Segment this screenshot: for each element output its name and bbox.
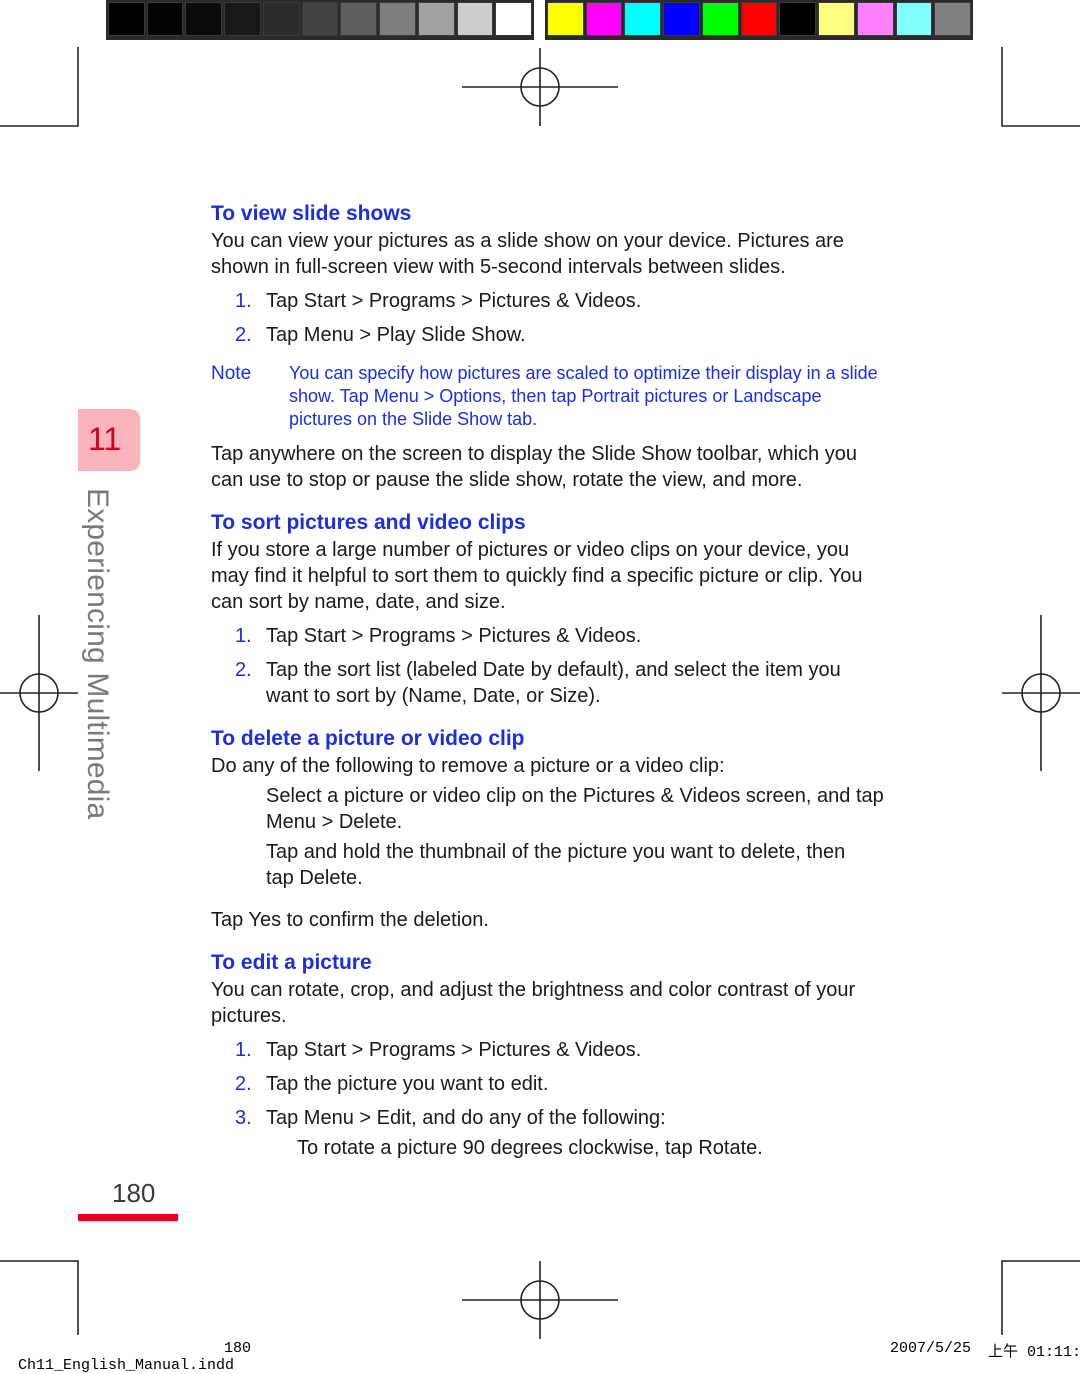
step-text: Tap Start > Programs > Pictures & Videos… xyxy=(266,1039,642,1061)
step-number: 1. xyxy=(235,1039,252,1061)
gray-swatch xyxy=(417,2,455,36)
color-swatch xyxy=(701,2,739,36)
step-item: 2. Tap Menu > Play Slide Show. xyxy=(211,322,911,348)
color-swatch xyxy=(856,2,894,36)
grayscale-calibration-bar xyxy=(106,0,534,40)
gray-swatch xyxy=(262,2,300,36)
page-number-rule xyxy=(78,1214,178,1221)
registration-mark-top xyxy=(462,48,618,126)
gray-swatch xyxy=(301,2,339,36)
step-item: 1. Tap Start > Programs > Pictures & Vid… xyxy=(211,1037,911,1063)
section-heading: To delete a picture or video clip xyxy=(211,727,525,750)
section-view-slide-shows: To view slide shows You can view your pi… xyxy=(211,200,911,493)
step-number: 2. xyxy=(235,324,252,346)
note-line: You can specify how pictures are scaled … xyxy=(289,363,878,383)
chapter-tab: 11 xyxy=(78,409,140,471)
color-swatch xyxy=(895,2,933,36)
step-item: 3. Tap Menu > Edit, and do any of the fo… xyxy=(211,1105,911,1131)
color-swatch xyxy=(585,2,623,36)
paragraph-line: Tap anywhere on the screen to display th… xyxy=(211,443,857,465)
chapter-title: Experiencing Multimedia xyxy=(81,488,114,820)
note-line: pictures on the Slide Show tab. xyxy=(289,409,538,429)
section-heading: To view slide shows xyxy=(211,202,412,225)
page-content: To view slide shows You can view your pi… xyxy=(211,200,911,1161)
paragraph-line: pictures. xyxy=(211,1005,287,1027)
color-swatch xyxy=(740,2,778,36)
gray-swatch xyxy=(495,2,533,36)
bullet-item: Tap and hold the thumbnail of the pictur… xyxy=(211,839,911,891)
color-swatch xyxy=(934,2,972,36)
gray-swatch xyxy=(185,2,223,36)
step-text: Tap Start > Programs > Pictures & Videos… xyxy=(266,625,642,647)
step-number: 1. xyxy=(235,290,252,312)
crop-mark-bottom-left xyxy=(0,1260,79,1335)
bullet-text: Select a picture or video clip on the Pi… xyxy=(266,785,884,807)
color-swatch xyxy=(624,2,662,36)
registration-mark-bottom xyxy=(462,1261,618,1339)
paragraph-line: can use to stop or pause the slide show,… xyxy=(211,469,803,491)
bullet-text: Tap and hold the thumbnail of the pictur… xyxy=(266,841,846,863)
paragraph-line: You can rotate, crop, and adjust the bri… xyxy=(211,979,856,1001)
step-item: 1. Tap Start > Programs > Pictures & Vid… xyxy=(211,623,911,649)
bullet-text: tap Delete. xyxy=(266,867,363,889)
paragraph-line: can sort by name, date, and size. xyxy=(211,591,506,613)
crop-mark-top-left xyxy=(0,47,79,127)
bullet-text: Menu > Delete. xyxy=(266,811,403,833)
step-text: Tap Menu > Play Slide Show. xyxy=(266,324,526,346)
step-text: Tap Menu > Edit, and do any of the follo… xyxy=(266,1107,666,1129)
step-item: 2. Tap the picture you want to edit. xyxy=(211,1071,911,1097)
color-swatch xyxy=(663,2,700,36)
paragraph-line: You can view your pictures as a slide sh… xyxy=(211,230,844,252)
note-block: Note You can specify how pictures are sc… xyxy=(211,362,911,431)
registration-mark-left xyxy=(0,615,78,771)
step-text: Tap the picture you want to edit. xyxy=(266,1073,549,1095)
gray-swatch xyxy=(146,2,184,36)
paragraph-line: Do any of the following to remove a pict… xyxy=(211,755,725,777)
color-swatch xyxy=(547,2,584,36)
section-heading: To edit a picture xyxy=(211,951,372,974)
footer-filename: Ch11_English_Manual.indd xyxy=(0,1340,234,1374)
page-number: 180 xyxy=(112,1178,156,1208)
color-swatch xyxy=(818,2,855,36)
registration-mark-right xyxy=(1002,615,1080,771)
paragraph-line: shown in full-screen view with 5-second … xyxy=(211,256,786,278)
footer-time: 上午 01:11: xyxy=(988,1344,1080,1361)
gray-swatch xyxy=(379,2,416,36)
gray-swatch xyxy=(456,2,494,36)
step-number: 2. xyxy=(235,659,252,681)
step-number: 1. xyxy=(235,625,252,647)
note-label: Note xyxy=(211,363,252,384)
step-item: 2. Tap the sort list (labeled Date by de… xyxy=(211,657,911,709)
section-sort-pictures: To sort pictures and video clips If you … xyxy=(211,509,911,709)
chapter-number: 11 xyxy=(88,421,122,457)
color-calibration-bar xyxy=(545,0,973,40)
gray-swatch xyxy=(340,2,378,36)
paragraph-line: may find it helpful to sort them to quic… xyxy=(211,565,863,587)
footer-page: 180 xyxy=(224,1340,252,1357)
gray-swatch xyxy=(108,2,145,36)
color-swatch xyxy=(779,2,817,36)
footer-date: 2007/5/25 xyxy=(890,1340,972,1357)
bullet-item: Select a picture or video clip on the Pi… xyxy=(211,783,911,835)
paragraph-line: If you store a large number of pictures … xyxy=(211,539,850,561)
step-item: 1. Tap Start > Programs > Pictures & Vid… xyxy=(211,288,911,314)
section-edit-picture: To edit a picture You can rotate, crop, … xyxy=(211,949,911,1161)
section-delete-picture: To delete a picture or video clip Do any… xyxy=(211,725,911,933)
section-heading: To sort pictures and video clips xyxy=(211,511,526,534)
step-text: Tap the sort list (labeled Date by defau… xyxy=(266,659,841,681)
note-line: show. Tap Menu > Options, then tap Portr… xyxy=(289,386,822,406)
step-text: want to sort by (Name, Date, or Size). xyxy=(266,685,601,707)
crop-mark-top-right xyxy=(1001,47,1080,127)
sub-bullet-item: To rotate a picture 90 degrees clockwise… xyxy=(297,1137,763,1159)
step-number: 2. xyxy=(235,1073,252,1095)
crop-mark-bottom-right xyxy=(1001,1260,1080,1335)
footer-file: Ch11_English_Manual.indd xyxy=(18,1357,235,1374)
step-text: Tap Start > Programs > Pictures & Videos… xyxy=(266,290,642,312)
gray-swatch xyxy=(224,2,261,36)
paragraph-line: Tap Yes to confirm the deletion. xyxy=(211,909,489,931)
step-number: 3. xyxy=(235,1107,252,1129)
